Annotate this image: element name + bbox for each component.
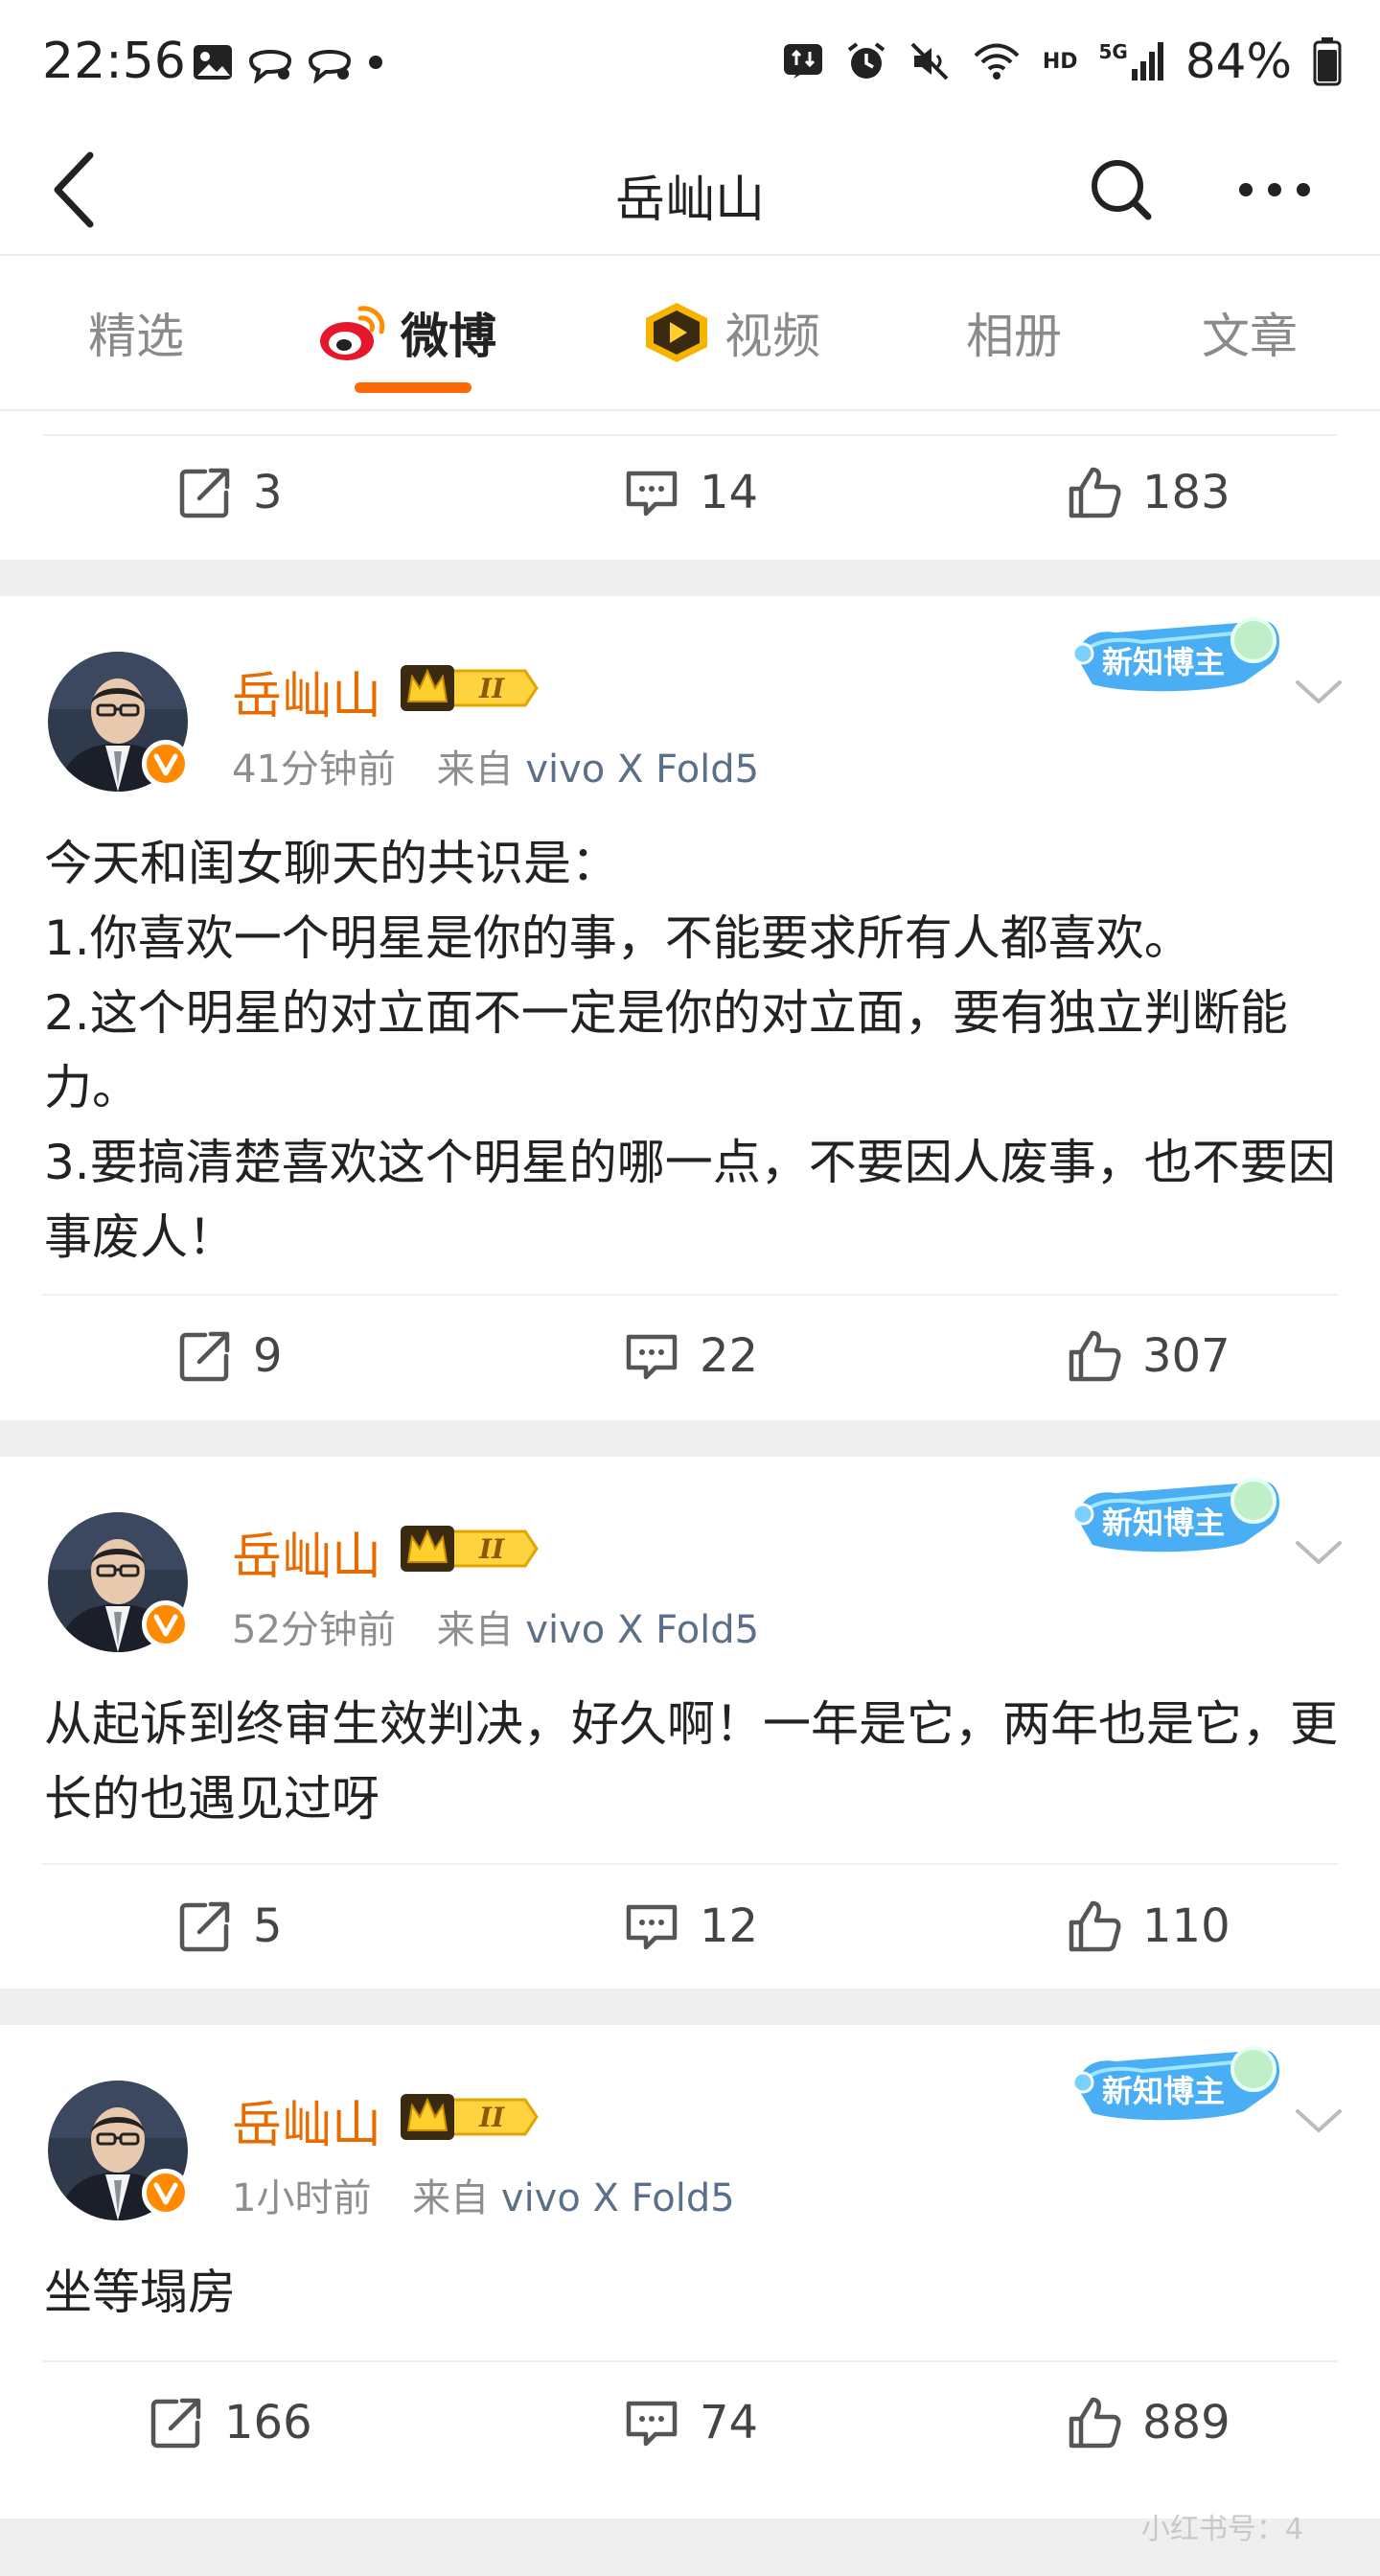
post-meta: 41分钟前 来自 vivo X Fold5 [232, 738, 759, 794]
dot-icon [369, 56, 382, 69]
post-source-device[interactable]: vivo X Fold5 [525, 748, 759, 792]
weibo-logo-icon [320, 306, 385, 360]
signal-icon [1131, 42, 1163, 80]
author-name[interactable]: 岳屾山 [232, 2084, 381, 2156]
data-transfer-icon [783, 44, 822, 79]
verified-badge-icon [142, 740, 190, 788]
post-text: 从起诉到终审生效判决，好久啊！一年是它，两年也是它，更长的也遇见过呀 [44, 1696, 1338, 1827]
post-time: 41分钟前 [232, 748, 396, 792]
mute-icon [910, 42, 949, 80]
tab-video[interactable]: 视频 [640, 299, 820, 366]
more-options-button[interactable] [1227, 151, 1322, 228]
battery-percent: 84% [1184, 34, 1292, 89]
active-tab-indicator [355, 382, 472, 393]
status-time: 22:56 [42, 33, 186, 90]
tab-label: 精选 [88, 309, 184, 364]
tab-label: 相册 [966, 309, 1062, 364]
5g-label: 5G [1098, 40, 1128, 63]
search-button[interactable] [1083, 151, 1160, 228]
watermark: 小红书号：4 [1140, 2513, 1303, 2546]
hd-label: HD [1042, 49, 1078, 74]
chevron-down-icon[interactable] [1292, 675, 1346, 709]
top-navigation-bar: 岳屾山 [0, 125, 1380, 256]
comment-button[interactable]: 12 [623, 1898, 758, 1955]
post-source-prefix: 来自 [436, 1608, 514, 1652]
comment-icon [623, 1898, 680, 1955]
verified-badge-icon [142, 1600, 190, 1648]
like-icon [1066, 1898, 1123, 1955]
like-button[interactable]: 889 [1066, 2394, 1230, 2451]
repost-button[interactable]: 5 [176, 1898, 283, 1955]
comment-icon [623, 1327, 680, 1385]
repost-button[interactable]: 3 [176, 464, 283, 521]
tab-label: 视频 [724, 309, 820, 364]
author-name[interactable]: 岳屾山 [232, 656, 381, 727]
tab-album[interactable]: 相册 [966, 299, 1062, 366]
post-text: 今天和闺女聊天的共识是： 1.你喜欢一个明星是你的事，不能要求所有人都喜欢。 2… [44, 836, 1336, 1265]
post-card[interactable]: 岳屾山 52分钟前 来自 vivo X Fold5 从起诉到终审生效判决，好久啊… [0, 1457, 1380, 1989]
chat-bubble-icon-2 [308, 50, 352, 83]
gallery-icon [194, 45, 232, 80]
comment-icon [623, 464, 680, 521]
like-button[interactable]: 307 [1066, 1327, 1230, 1385]
profile-tab-bar: 精选 微博 视频 相册 文章 [0, 256, 1380, 411]
post-card[interactable]: 岳屾山 41分钟前 来自 vivo X Fold5 今天和闺女聊天的共识是： 1… [0, 596, 1380, 1420]
page-title: 岳屾山 [614, 172, 765, 229]
tab-articles[interactable]: 文章 [1202, 299, 1298, 366]
post-text: 坐等塌房 [44, 2265, 236, 2320]
search-icon [1092, 160, 1152, 220]
author-name[interactable]: 岳屾山 [232, 1516, 381, 1588]
repost-button[interactable]: 166 [148, 2394, 312, 2451]
battery-icon [1313, 37, 1342, 86]
alarm-icon [847, 42, 886, 79]
chat-bubble-icon [248, 50, 292, 83]
repost-icon [176, 464, 234, 521]
repost-button[interactable]: 9 [176, 1327, 283, 1385]
post-source-prefix: 来自 [436, 748, 514, 792]
tab-weibo[interactable]: 微博 [316, 299, 496, 366]
video-badge-icon [646, 303, 707, 362]
post-source-prefix: 来自 [412, 2176, 490, 2220]
new-knowledge-blogger-badge-icon [1066, 2035, 1288, 2130]
post-meta: 1小时前 来自 vivo X Fold5 [232, 2167, 735, 2222]
post-card[interactable]: 岳屾山 1小时前 来自 vivo X Fold5 坐等塌房 166 74 889 [0, 2025, 1380, 2518]
new-knowledge-blogger-badge-icon [1066, 1466, 1288, 1562]
comment-icon [623, 2394, 680, 2451]
post-time: 52分钟前 [232, 1608, 396, 1652]
comment-button[interactable]: 74 [623, 2394, 758, 2451]
vip-crown-icon [399, 661, 539, 715]
like-icon [1066, 464, 1123, 521]
like-icon [1066, 1327, 1123, 1385]
post-meta: 52分钟前 来自 vivo X Fold5 [232, 1598, 759, 1654]
comment-button[interactable]: 22 [623, 1327, 758, 1385]
tab-label: 文章 [1202, 309, 1298, 364]
status-bar: 22:56 HD 5G 84% [0, 0, 1380, 125]
like-icon [1066, 2394, 1123, 2451]
vip-crown-icon [399, 2090, 539, 2144]
chevron-down-icon[interactable] [1292, 2104, 1346, 2138]
vip-crown-icon [399, 1522, 539, 1576]
like-button[interactable]: 183 [1066, 464, 1230, 521]
post-time: 1小时前 [232, 2176, 372, 2220]
repost-icon [176, 1327, 234, 1385]
tab-label: 微博 [401, 309, 496, 364]
more-dots-icon [1239, 183, 1310, 196]
verified-badge-icon [142, 2169, 190, 2217]
post-source-device[interactable]: vivo X Fold5 [501, 2176, 735, 2220]
like-button[interactable]: 110 [1066, 1898, 1230, 1955]
new-knowledge-blogger-badge-icon [1066, 606, 1288, 702]
previous-post-actions: 3 14 183 [0, 411, 1380, 560]
comment-button[interactable]: 14 [623, 464, 758, 521]
wifi-icon [974, 43, 1020, 80]
repost-icon [148, 2394, 205, 2451]
chevron-down-icon[interactable] [1292, 1535, 1346, 1570]
repost-icon [176, 1898, 234, 1955]
tab-jingxuan[interactable]: 精选 [88, 299, 184, 366]
post-source-device[interactable]: vivo X Fold5 [525, 1608, 759, 1652]
